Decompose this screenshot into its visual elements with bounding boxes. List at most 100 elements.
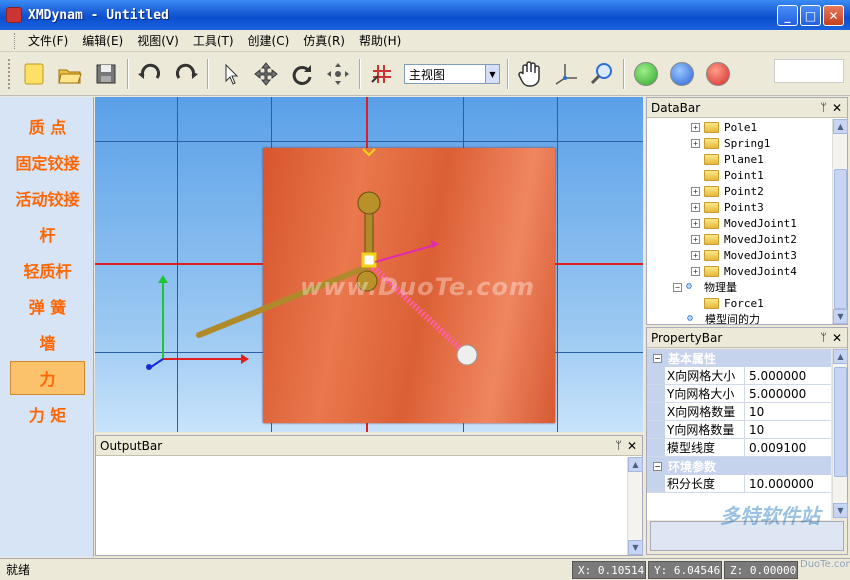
scroll-thumb[interactable] (834, 169, 847, 309)
menu-view[interactable]: 视图(V) (130, 30, 186, 51)
data-bar-scrollbar[interactable]: ▲ ▼ (832, 119, 848, 324)
redo-icon[interactable] (168, 56, 204, 92)
tree-item[interactable]: + Spring1 (691, 135, 770, 151)
property-row[interactable]: Y向网格数量 10 (647, 421, 831, 439)
palette-point-mass[interactable]: 质 点 (10, 109, 85, 143)
menu-edit[interactable]: 编辑(E) (75, 30, 130, 51)
menu-tools[interactable]: 工具(T) (186, 30, 241, 51)
property-value[interactable]: 10.000000 (745, 475, 831, 492)
expand-icon[interactable]: + (691, 218, 700, 228)
pin-icon[interactable]: ᛘ (615, 439, 622, 452)
tree-item[interactable]: Point1 (691, 167, 764, 183)
property-category[interactable]: − 基本属性 (647, 349, 831, 367)
tree-item[interactable]: + Point2 (691, 183, 764, 199)
select-arrow-icon[interactable] (212, 56, 248, 92)
property-row[interactable]: 模型线度 0.009100 (647, 439, 831, 457)
spring-end-ball[interactable] (456, 344, 478, 366)
tree-item[interactable]: + MovedJoint1 (691, 215, 797, 231)
palette-wall[interactable]: 墙 (10, 325, 85, 359)
expand-icon[interactable]: + (691, 266, 700, 276)
view-select[interactable]: 主视图 ▼ (404, 64, 500, 84)
palette-force[interactable]: 力 (10, 361, 85, 395)
toolbar-input[interactable] (774, 59, 844, 83)
scroll-up-icon[interactable]: ▲ (628, 457, 643, 472)
tree-item[interactable]: Plane1 (691, 151, 764, 167)
property-category[interactable]: − 环境参数 (647, 457, 831, 475)
scroll-down-icon[interactable]: ▼ (628, 540, 643, 555)
menu-create[interactable]: 创建(C) (241, 30, 297, 51)
axis-icon[interactable] (548, 56, 584, 92)
close-button[interactable]: ✕ (823, 5, 844, 26)
joint-selector[interactable] (361, 252, 377, 268)
scroll-up-icon[interactable]: ▲ (833, 349, 848, 364)
property-value[interactable]: 10 (745, 403, 831, 420)
collapse-icon[interactable]: − (673, 282, 682, 292)
output-scrollbar[interactable]: ▲ ▼ (627, 457, 643, 555)
top-ball[interactable] (357, 191, 381, 215)
3d-viewport[interactable]: www.DuoTe.com (95, 97, 643, 432)
palette-fixed-hinge[interactable]: 固定铰接 (10, 145, 85, 179)
property-row[interactable]: X向网格大小 5.000000 (647, 367, 831, 385)
property-value[interactable]: 5.000000 (745, 385, 831, 402)
new-icon[interactable] (16, 56, 52, 92)
expand-icon[interactable]: + (691, 122, 700, 132)
menu-file[interactable]: 文件(F) (21, 30, 75, 51)
palette-light-rod[interactable]: 轻质杆 (10, 253, 85, 287)
property-value[interactable]: 10 (745, 421, 831, 438)
expand-icon[interactable]: + (691, 186, 700, 196)
grid-icon[interactable] (364, 56, 400, 92)
property-row[interactable]: 积分长度 10.000000 (647, 475, 831, 493)
rotate-icon[interactable] (284, 56, 320, 92)
undo-icon[interactable] (132, 56, 168, 92)
property-row[interactable]: Y向网格大小 5.000000 (647, 385, 831, 403)
tree-item[interactable]: Force1 (704, 295, 764, 311)
tree-item[interactable]: + MovedJoint2 (691, 231, 797, 247)
tree-item[interactable]: + Point3 (691, 199, 764, 215)
chevron-down-icon[interactable]: ▼ (485, 65, 499, 83)
scroll-up-icon[interactable]: ▲ (833, 119, 848, 134)
tree-item[interactable]: + MovedJoint3 (691, 247, 797, 263)
tree-item-physics[interactable]: − ⚙ 物理量 (673, 279, 737, 295)
expand-icon[interactable]: + (691, 250, 700, 260)
play-icon[interactable] (634, 62, 658, 86)
force-arrow[interactable] (374, 244, 436, 263)
stop-icon[interactable] (706, 62, 730, 86)
collapse-icon[interactable]: − (653, 461, 662, 471)
menu-simulate[interactable]: 仿真(R) (296, 30, 352, 51)
move-icon[interactable] (248, 56, 284, 92)
palette-torque[interactable]: 力 矩 (10, 397, 85, 431)
property-value[interactable]: 5.000000 (745, 367, 831, 384)
close-icon[interactable]: ✕ (832, 101, 842, 115)
scroll-down-icon[interactable]: ▼ (833, 503, 848, 518)
close-icon[interactable]: ✕ (627, 439, 637, 453)
palette-rod[interactable]: 杆 (10, 217, 85, 251)
save-icon[interactable] (88, 56, 124, 92)
scroll-down-icon[interactable]: ▼ (833, 309, 848, 324)
palette-moving-hinge[interactable]: 活动铰接 (10, 181, 85, 215)
close-icon[interactable]: ✕ (832, 331, 842, 345)
maximize-button[interactable]: □ (800, 5, 821, 26)
zoom-icon[interactable] (584, 56, 620, 92)
palette-spring[interactable]: 弹 簧 (10, 289, 85, 323)
property-bar-scrollbar[interactable]: ▲ ▼ (832, 349, 848, 518)
pan-icon[interactable] (320, 56, 356, 92)
collapse-icon[interactable]: − (653, 353, 662, 363)
expand-icon[interactable]: + (691, 138, 700, 148)
expand-icon[interactable]: + (691, 202, 700, 212)
hand-icon[interactable] (512, 56, 548, 92)
menu-help[interactable]: 帮助(H) (352, 30, 408, 51)
tree-item-model-forces[interactable]: ⚙ 模型间的力 (687, 311, 760, 324)
tree-item[interactable]: + Pole1 (691, 119, 757, 135)
pin-icon[interactable]: ᛘ (820, 101, 827, 114)
minimize-button[interactable]: _ (777, 5, 798, 26)
toolbar-grip[interactable] (8, 59, 12, 89)
pause-icon[interactable] (670, 62, 694, 86)
open-icon[interactable] (52, 56, 88, 92)
pin-icon[interactable]: ᛘ (820, 331, 827, 344)
menu-grip[interactable] (14, 32, 17, 49)
expand-icon[interactable]: + (691, 234, 700, 244)
property-value[interactable]: 0.009100 (745, 439, 831, 456)
tree-item[interactable]: + MovedJoint4 (691, 263, 797, 279)
property-row[interactable]: X向网格数量 10 (647, 403, 831, 421)
scroll-thumb[interactable] (834, 367, 847, 477)
